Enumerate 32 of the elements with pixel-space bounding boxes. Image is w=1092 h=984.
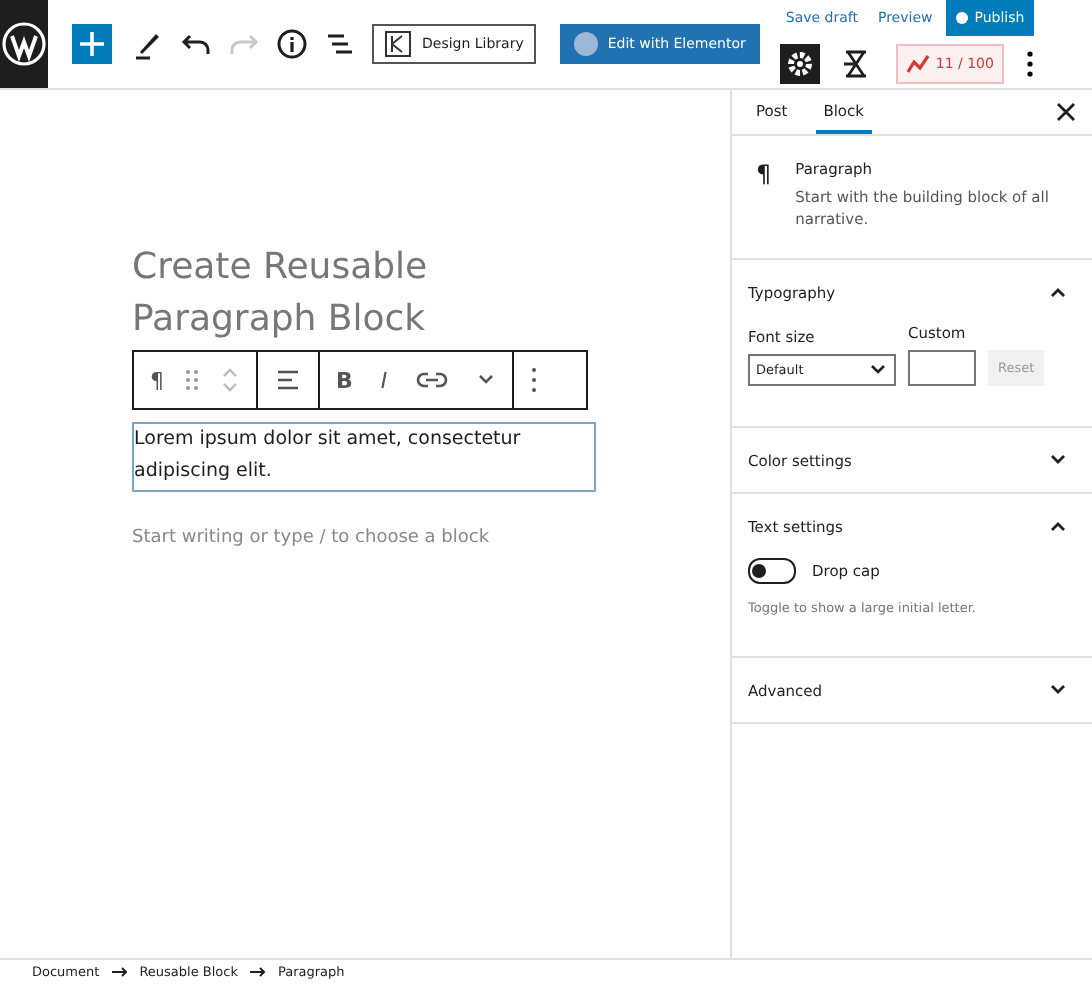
dot-icon: [956, 12, 969, 24]
wordpress-logo[interactable]: [0, 0, 48, 88]
chevron-icon: [1048, 682, 1068, 698]
more-options-icon[interactable]: [529, 366, 538, 394]
chart-line-icon: [905, 54, 930, 74]
more-options-icon[interactable]: [1023, 48, 1036, 80]
close-icon[interactable]: [1056, 102, 1076, 122]
arrow-icon: [111, 966, 128, 978]
chevron-icon: [1048, 284, 1068, 300]
drop-cap-toggle[interactable]: [748, 558, 796, 584]
italic-button[interactable]: I: [380, 367, 388, 393]
chevron-down-icon: [868, 362, 888, 378]
chevron-icon: [1048, 518, 1068, 534]
align-icon[interactable]: [274, 366, 302, 394]
post-title[interactable]: Create Reusable Paragraph Block: [132, 242, 612, 346]
drag-handle-icon[interactable]: [184, 368, 200, 392]
paragraph-icon: ¶: [756, 160, 772, 230]
paragraph-block[interactable]: Lorem ipsum dolor sit amet, consectetur adipiscing elit.: [132, 422, 596, 492]
bold-button[interactable]: B: [336, 367, 353, 393]
link-icon[interactable]: [415, 370, 448, 390]
pen-icon[interactable]: [132, 28, 164, 60]
block-placeholder[interactable]: Start writing or type / to choose a block: [132, 528, 612, 548]
arrow-icon: [249, 966, 266, 978]
library-icon: [384, 30, 412, 58]
paragraph-button[interactable]: ¶: [150, 367, 164, 393]
settings-icon: [785, 50, 814, 78]
custom-size-field[interactable]: [908, 350, 976, 386]
settings-button[interactable]: [779, 44, 820, 84]
chevron-icon: [1048, 452, 1068, 468]
chevron-down-icon[interactable]: [475, 372, 496, 388]
add-block-button[interactable]: [72, 24, 112, 64]
info-icon[interactable]: [276, 28, 308, 60]
